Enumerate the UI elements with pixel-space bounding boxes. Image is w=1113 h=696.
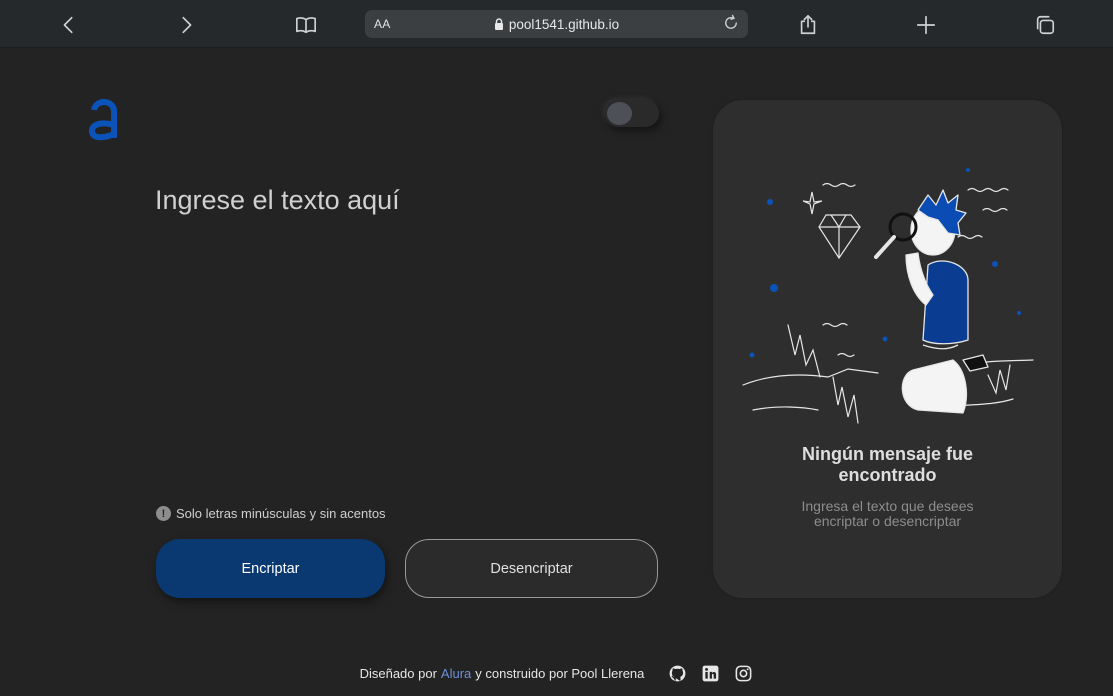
- alura-logo: [88, 99, 118, 141]
- url-text: pool1541.github.io: [508, 17, 620, 32]
- book-icon[interactable]: [293, 12, 319, 38]
- lock-icon: [494, 18, 503, 30]
- alura-link[interactable]: Alura: [441, 666, 471, 681]
- plus-icon[interactable]: [913, 12, 939, 38]
- footer-suffix: y construido por Pool Llerena: [475, 665, 645, 681]
- tabs-icon[interactable]: [1032, 12, 1058, 38]
- result-title: Ningún mensaje fue encontrado: [801, 444, 974, 485]
- result-subtitle: Ingresa el texto que desees encriptar o …: [801, 498, 974, 529]
- encrypt-button[interactable]: Encriptar: [156, 539, 385, 598]
- linkedin-icon[interactable]: [700, 663, 720, 683]
- toggle-knob[interactable]: [607, 102, 632, 125]
- decrypt-button[interactable]: Desencriptar: [405, 539, 658, 598]
- url-field[interactable]: pool1541.github.io: [365, 17, 748, 32]
- reload-icon[interactable]: [722, 14, 742, 34]
- search-illustration: [742, 168, 1034, 424]
- footer-prefix: Diseñado por: [359, 665, 437, 681]
- github-icon[interactable]: [667, 663, 687, 683]
- hint-text: Solo letras minúsculas y sin acentos: [176, 506, 386, 521]
- footer: Diseñado por Alura y construido por Pool…: [0, 663, 1113, 683]
- message-input[interactable]: [155, 185, 655, 485]
- theme-toggle[interactable]: [605, 100, 659, 127]
- browser-toolbar: AA pool1541.github.io: [0, 0, 1113, 48]
- share-icon[interactable]: [795, 12, 821, 38]
- input-hint: ! Solo letras minúsculas y sin acentos: [156, 506, 386, 521]
- back-icon[interactable]: [56, 12, 82, 38]
- forward-icon[interactable]: [173, 12, 199, 38]
- address-bar[interactable]: AA pool1541.github.io: [365, 10, 748, 38]
- instagram-icon[interactable]: [733, 663, 753, 683]
- result-card: Ningún mensaje fue encontrado Ingresa el…: [713, 100, 1062, 598]
- exclamation-icon: !: [156, 506, 171, 521]
